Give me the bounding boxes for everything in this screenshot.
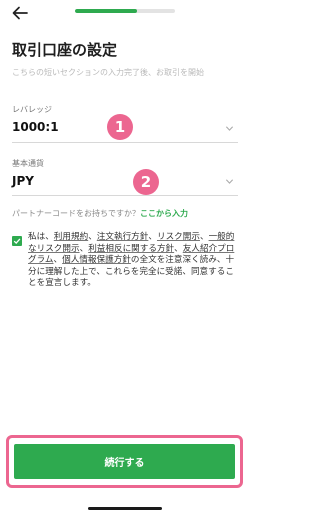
annotation-badge-2: 2 (133, 169, 159, 195)
currency-underline (12, 195, 238, 196)
leverage-underline (12, 142, 238, 143)
checkmark-icon (13, 238, 21, 245)
currency-label: 基本通貨 (12, 159, 44, 168)
chevron-down-icon[interactable] (225, 124, 234, 133)
partner-question: パートナーコードをお持ちですか？ (12, 209, 140, 218)
page-title: 取引口座の設定 (12, 41, 118, 59)
annotation-badge-1: 1 (107, 114, 133, 140)
conflict-of-interest-link[interactable]: 利益相反に関する方針 (88, 244, 174, 254)
risk-disclosure-link[interactable]: リスク開示 (157, 232, 200, 242)
progress-bar (75, 9, 175, 13)
agreement-text-part: 、 (174, 243, 183, 254)
cta-highlight: 続行する (6, 435, 243, 488)
leverage-label: レバレッジ (12, 105, 52, 114)
terms-link[interactable]: 利用規約 (54, 232, 88, 242)
chevron-down-icon[interactable] (225, 177, 234, 186)
arrow-left-icon[interactable] (10, 3, 30, 23)
progress-fill (75, 9, 137, 13)
agreement-text-part: 、 (53, 255, 63, 266)
order-execution-policy-link[interactable]: 注文執行方針 (97, 232, 149, 242)
home-indicator (88, 507, 162, 510)
currency-select[interactable]: JPY (12, 174, 34, 188)
agreement-text-part: 私は、 (28, 232, 54, 242)
agreement-text-part: 、 (199, 232, 209, 242)
top-bar (0, 0, 250, 26)
partner-code-row: パートナーコードをお持ちですか？ここから入力 (12, 208, 188, 219)
leverage-select[interactable]: 1000:1 (12, 120, 59, 134)
agreement-text-part: 、 (79, 243, 89, 254)
page-subtitle: こちらの短いセクションの入力完了後、お取引を開始 (12, 68, 204, 77)
agreement-text: 私は、利用規約、注文執行方針、リスク開示、一般的なリスク開示、利益相反に関する方… (28, 232, 240, 290)
privacy-policy-link[interactable]: 個人情報保護方針 (62, 255, 131, 265)
continue-button[interactable]: 続行する (14, 444, 235, 479)
partner-code-link[interactable]: ここから入力 (140, 209, 188, 218)
agreement-text-part: 、 (88, 232, 97, 242)
agreement-text-part: 、 (148, 232, 157, 242)
agreement-checkbox[interactable] (12, 236, 22, 246)
